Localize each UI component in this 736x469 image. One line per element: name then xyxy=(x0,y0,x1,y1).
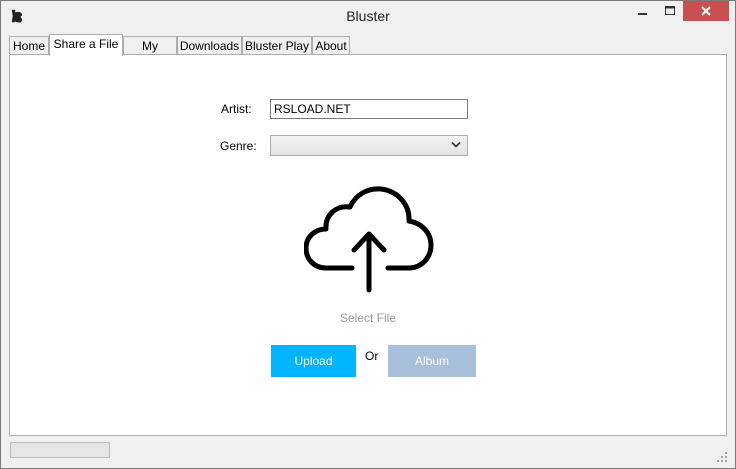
artist-label: Artist: xyxy=(221,102,252,116)
maximize-button[interactable] xyxy=(657,1,683,21)
genre-select[interactable] xyxy=(270,135,468,156)
chevron-down-icon xyxy=(451,141,461,148)
genre-label: Genre: xyxy=(220,139,257,153)
window-title: Bluster xyxy=(346,8,390,24)
artist-input[interactable]: RSLOAD.NET xyxy=(270,99,468,119)
progress-bar xyxy=(10,442,110,458)
minimize-button[interactable] xyxy=(629,1,657,21)
status-bar xyxy=(1,438,735,468)
close-icon xyxy=(701,6,711,16)
upload-button[interactable]: Upload xyxy=(271,345,356,377)
title-bar[interactable]: Bluster xyxy=(1,1,735,32)
minimize-icon xyxy=(638,13,647,15)
tab-bluster-play[interactable]: Bluster Play xyxy=(242,36,312,55)
tab-downloads[interactable]: Downloads xyxy=(177,36,242,55)
select-file-label[interactable]: Select File xyxy=(10,311,726,325)
maximize-icon xyxy=(665,6,675,15)
close-button[interactable] xyxy=(683,1,729,21)
cloud-upload-icon[interactable] xyxy=(304,185,434,293)
tab-about[interactable]: About xyxy=(312,36,350,55)
tab-share-a-file[interactable]: Share a File xyxy=(49,34,123,56)
share-a-file-panel: Artist: RSLOAD.NET Genre: Select File Up… xyxy=(9,54,727,436)
album-button[interactable]: Album xyxy=(388,345,476,377)
app-window: Bluster Home Share a File My Folder Down… xyxy=(0,0,736,469)
tab-home[interactable]: Home xyxy=(9,36,49,55)
resize-grip-icon[interactable] xyxy=(717,452,727,462)
tab-my-folder[interactable]: My Folder xyxy=(123,36,177,71)
or-label: Or xyxy=(365,349,379,363)
